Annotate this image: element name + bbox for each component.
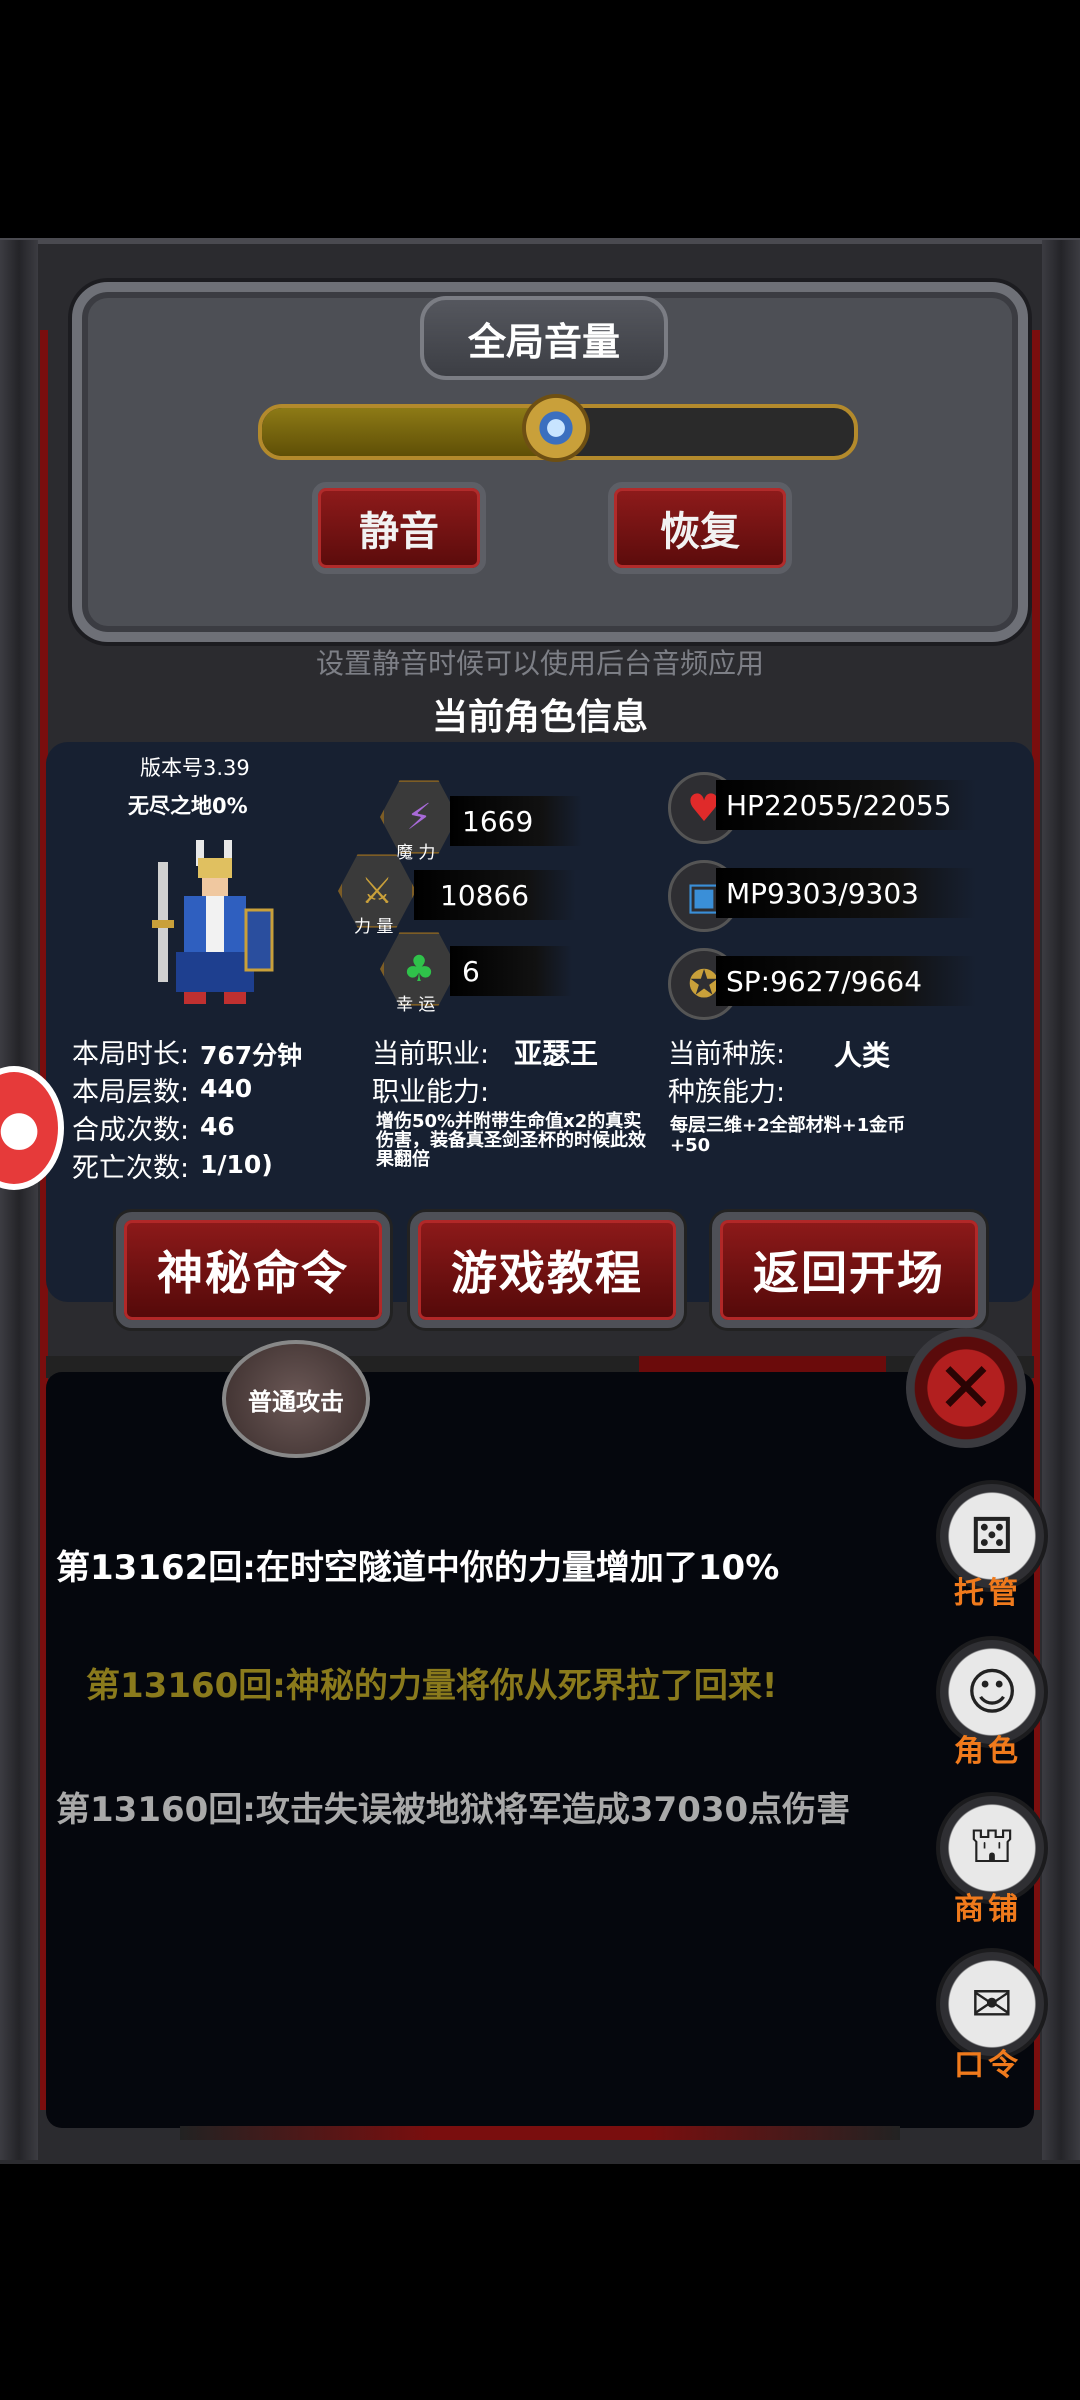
- death-value: 1/10): [200, 1150, 273, 1179]
- log-line: 第13160回:攻击失误被地狱将军造成37030点伤害: [56, 1790, 851, 1830]
- mute-button[interactable]: 静音: [312, 482, 486, 574]
- magic-stat-bar: 1669: [450, 796, 582, 846]
- secret-command-button[interactable]: 神秘命令: [116, 1212, 390, 1328]
- luck-caption: 幸 运: [396, 995, 436, 1015]
- character-section-title: 当前角色信息: [431, 697, 648, 738]
- password-menu-label[interactable]: 口令: [936, 2040, 1040, 2084]
- auto-play-label[interactable]: 托管: [936, 1568, 1040, 1612]
- log-bottom-strip: [180, 2126, 900, 2140]
- left-frame-rail: [0, 240, 38, 2160]
- normal-attack-button[interactable]: 普通攻击: [222, 1340, 370, 1458]
- mp-value: MP9303/9303: [726, 876, 919, 910]
- race-ability-label: 种族能力:: [668, 1077, 786, 1108]
- right-frame-rail: [1042, 240, 1080, 2160]
- death-label: 死亡次数:: [72, 1153, 190, 1184]
- volume-slider-fill: [262, 408, 558, 456]
- job-ability-label: 职业能力:: [372, 1077, 490, 1108]
- shop-menu-label[interactable]: 商铺: [936, 1884, 1040, 1928]
- magic-value: 1669: [462, 804, 534, 838]
- luck-value: 6: [462, 954, 480, 988]
- job-ability-text: 增伤50%并附带生命值x2的真实伤害，装备真圣剑圣杯的时候此效果翻倍: [376, 1111, 646, 1170]
- close-icon: ✕: [936, 1347, 996, 1429]
- volume-hint: 设置静音时候可以使用后台音频应用: [315, 647, 764, 680]
- close-button[interactable]: ✕: [906, 1328, 1026, 1448]
- hp-value: HP22055/22055: [726, 788, 952, 822]
- tutorial-button[interactable]: 游戏教程: [410, 1212, 684, 1328]
- time-value: 767分钟: [200, 1041, 303, 1070]
- time-label: 本局时长:: [72, 1039, 190, 1070]
- mp-bar: MP9303/9303: [716, 868, 976, 918]
- race-ability-text: 每层三维+2全部材料+1金币+50: [670, 1115, 906, 1156]
- version-label: 版本号3.39: [140, 756, 250, 780]
- race-label: 当前种族:: [668, 1039, 786, 1070]
- sp-value: SP:9627/9664: [726, 964, 923, 998]
- volume-slider-knob[interactable]: [522, 394, 590, 462]
- hp-bar: HP22055/22055: [716, 780, 976, 830]
- return-start-button[interactable]: 返回开场: [712, 1212, 986, 1328]
- race-value: 人类: [834, 1039, 891, 1072]
- floors-value: 440: [200, 1074, 253, 1103]
- power-caption: 力 量: [354, 917, 394, 937]
- hero-sprite: [152, 840, 274, 1004]
- job-label: 当前职业:: [372, 1039, 490, 1070]
- magic-caption: 魔 力: [396, 843, 436, 863]
- person-icon: ●: [0, 1100, 40, 1156]
- battle-log-panel: [46, 1372, 1034, 2128]
- log-line: 第13162回:在时空隧道中你的力量增加了10%: [56, 1548, 780, 1588]
- sp-bar: SP:9627/9664: [716, 956, 976, 1006]
- power-value: 10866: [440, 878, 530, 912]
- job-value: 亚瑟王: [514, 1037, 599, 1070]
- log-line: 第13160回:神秘的力量将你从死界拉了回来!: [86, 1666, 778, 1706]
- merge-value: 46: [200, 1112, 235, 1141]
- power-stat-bar: 10866: [414, 870, 576, 920]
- character-menu-label[interactable]: 角色: [936, 1726, 1040, 1770]
- normal-attack-label: 普通攻击: [248, 1387, 344, 1416]
- mode-label: 无尽之地0%: [128, 794, 248, 818]
- floors-label: 本局层数:: [72, 1077, 190, 1108]
- luck-stat-bar: 6: [450, 946, 572, 996]
- volume-title: 全局音量: [420, 296, 668, 380]
- merge-label: 合成次数:: [72, 1115, 190, 1146]
- restore-button[interactable]: 恢复: [608, 482, 792, 574]
